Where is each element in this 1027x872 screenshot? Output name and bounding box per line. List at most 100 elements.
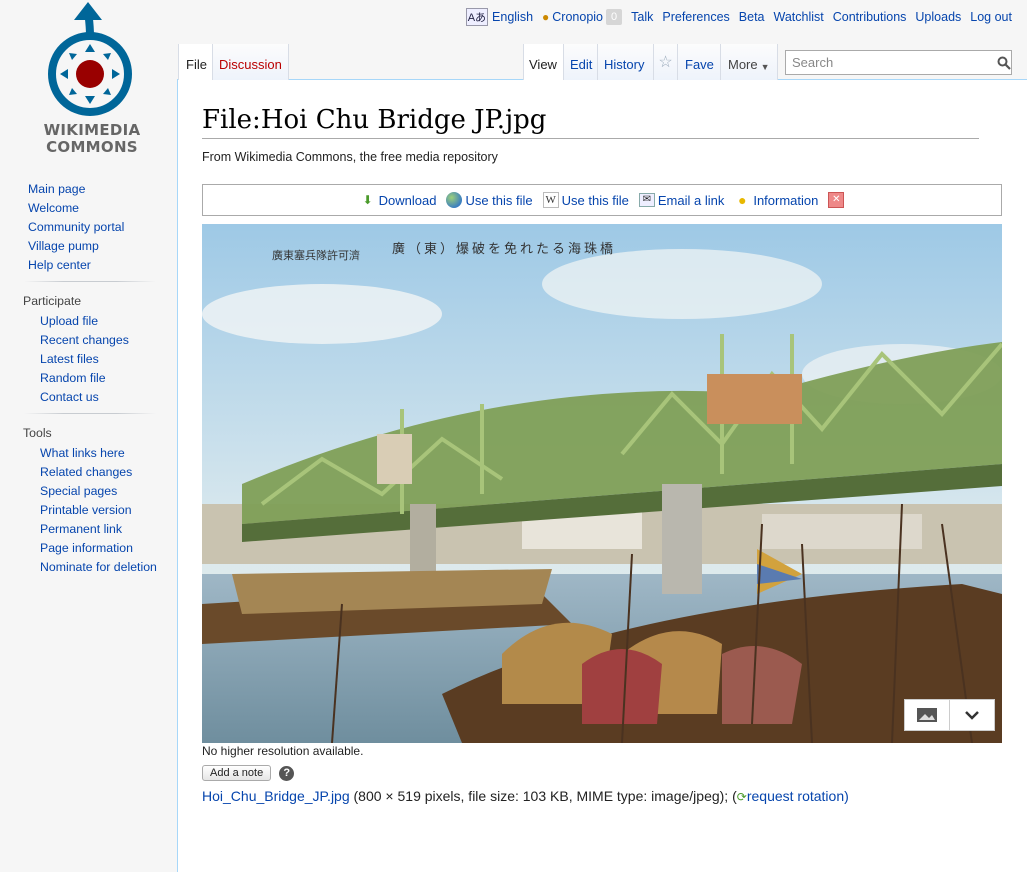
what-links-here-link[interactable]: What links here xyxy=(40,446,125,460)
personal-tools: Aあ English ● Cronopio 0 Talk Preferences… xyxy=(465,8,1012,26)
rotate-icon: ⟳ xyxy=(736,790,747,804)
note-row: Add a note ? xyxy=(202,765,295,781)
uploads-link[interactable]: Uploads xyxy=(915,10,961,24)
site-subtitle: From Wikimedia Commons, the free media r… xyxy=(202,150,498,164)
tab-fave[interactable]: Fave xyxy=(677,44,720,80)
beta-link[interactable]: Beta xyxy=(739,10,765,24)
printable-version-link[interactable]: Printable version xyxy=(40,503,132,517)
close-toolbar-icon[interactable]: ✕ xyxy=(828,192,845,208)
use-file-wiki-button[interactable]: W Use this file xyxy=(542,192,629,208)
latest-files-link[interactable]: Latest files xyxy=(40,352,99,366)
search-box[interactable] xyxy=(785,50,1012,75)
preferences-link[interactable]: Preferences xyxy=(662,10,729,24)
tab-file-label[interactable]: File xyxy=(179,57,214,72)
recent-changes-link[interactable]: Recent changes xyxy=(40,333,129,347)
tab-more-label[interactable]: More xyxy=(721,57,758,72)
tab-edit[interactable]: Edit xyxy=(563,44,597,80)
open-media-viewer-icon[interactable] xyxy=(905,700,949,730)
nav-help-center[interactable]: Help center xyxy=(28,258,91,272)
close-paren: ) xyxy=(844,788,849,804)
information-button[interactable]: ● Information xyxy=(734,192,818,208)
use-file-web-label[interactable]: Use this file xyxy=(465,193,532,208)
upload-file-link[interactable]: Upload file xyxy=(40,314,98,328)
file-image[interactable]: 廣東塞兵隊許可濟 廣（東）爆破を免れたる海珠橋 xyxy=(202,224,1002,743)
email-icon: ✉ xyxy=(638,193,655,207)
user-icon: ● xyxy=(542,10,550,24)
watchlist-link[interactable]: Watchlist xyxy=(774,10,824,24)
participate-portlet: Participate Upload file Recent changes L… xyxy=(0,294,178,407)
nominate-deletion-link[interactable]: Nominate for deletion xyxy=(40,560,157,574)
tab-history-label[interactable]: History xyxy=(598,57,650,72)
participate-heading: Participate xyxy=(23,294,82,308)
commons-logo-icon xyxy=(48,2,132,116)
file-info: Hoi_Chu_Bridge_JP.jpg (800 × 519 pixels,… xyxy=(202,788,849,804)
download-icon: ⬇ xyxy=(362,193,373,207)
talk-link[interactable]: Talk xyxy=(631,10,653,24)
use-file-wiki-label[interactable]: Use this file xyxy=(562,193,629,208)
add-note-button[interactable]: Add a note xyxy=(202,765,272,781)
wikimedia-commons-logo[interactable]: WIKIMEDIA COMMONS xyxy=(30,2,154,160)
page-information-link[interactable]: Page information xyxy=(40,541,133,555)
language-link[interactable]: English xyxy=(492,10,533,24)
tab-edit-label[interactable]: Edit xyxy=(564,57,598,72)
request-rotation-link[interactable]: request rotation xyxy=(747,788,844,804)
postcard-caption-text: 廣東塞兵隊許可濟 xyxy=(272,248,360,262)
chevron-down-icon[interactable] xyxy=(949,700,994,730)
file-toolbar: ⬇ Download Use this file W Use this file… xyxy=(202,184,1002,216)
logo-line-1: WIKIMEDIA xyxy=(43,121,141,139)
sidebar-divider xyxy=(24,413,156,414)
contact-us-link[interactable]: Contact us xyxy=(40,390,99,404)
use-file-web-button[interactable]: Use this file xyxy=(446,192,533,208)
file-name-link[interactable]: Hoi_Chu_Bridge_JP.jpg xyxy=(202,788,350,804)
image-viewer-controls xyxy=(904,699,995,731)
tab-discussion-label[interactable]: Discussion xyxy=(213,57,288,72)
tab-history[interactable]: History xyxy=(597,44,653,80)
star-icon[interactable]: ☆ xyxy=(658,52,672,72)
navigation-list: Main page Welcome Community portal Villa… xyxy=(0,180,178,275)
information-label[interactable]: Information xyxy=(753,193,818,208)
tab-view-label[interactable]: View xyxy=(524,57,562,72)
nav-welcome[interactable]: Welcome xyxy=(28,201,79,215)
lightbulb-icon: ● xyxy=(738,192,747,208)
resolution-note: No higher resolution available. xyxy=(202,744,364,758)
contributions-link[interactable]: Contributions xyxy=(833,10,907,24)
chevron-down-icon[interactable]: ▼ xyxy=(758,62,770,72)
bridge-postcard-image: 廣東塞兵隊許可濟 廣（東）爆破を免れたる海珠橋 xyxy=(202,224,1002,743)
permanent-link[interactable]: Permanent link xyxy=(40,522,122,536)
download-button[interactable]: ⬇ Download xyxy=(360,192,437,208)
logo-line-2: COMMONS xyxy=(46,138,138,156)
special-pages-link[interactable]: Special pages xyxy=(40,484,117,498)
tab-fave-label[interactable]: Fave xyxy=(678,57,721,72)
language-icon: Aあ xyxy=(465,8,489,26)
content-area: File:Hoi Chu Bridge JP.jpg From Wikimedi… xyxy=(177,79,1027,872)
nav-community-portal[interactable]: Community portal xyxy=(28,220,124,234)
wikipedia-icon: W xyxy=(542,192,559,208)
logo-text: WIKIMEDIA COMMONS xyxy=(30,122,154,156)
page-title: File:Hoi Chu Bridge JP.jpg xyxy=(202,102,979,139)
download-label[interactable]: Download xyxy=(379,193,437,208)
tab-more[interactable]: More ▼ xyxy=(720,44,778,80)
search-input[interactable] xyxy=(790,54,989,71)
user-menu[interactable]: ● Cronopio 0 xyxy=(542,9,623,25)
tab-view[interactable]: View xyxy=(523,44,563,80)
postcard-title-text: 廣（東）爆破を免れたる海珠橋 xyxy=(392,241,616,257)
tab-file[interactable]: File xyxy=(178,44,212,80)
globe-icon xyxy=(446,192,463,208)
logout-link[interactable]: Log out xyxy=(970,10,1012,24)
notifications-badge[interactable]: 0 xyxy=(606,9,623,25)
tab-discussion[interactable]: Discussion xyxy=(212,44,289,80)
related-changes-link[interactable]: Related changes xyxy=(40,465,132,479)
username-link[interactable]: Cronopio xyxy=(552,10,603,24)
nav-main-page[interactable]: Main page xyxy=(28,182,85,196)
language-selector[interactable]: Aあ English xyxy=(465,8,533,26)
email-link-button[interactable]: ✉ Email a link xyxy=(638,193,724,208)
random-file-link[interactable]: Random file xyxy=(40,371,106,385)
watch-star[interactable]: ☆ xyxy=(653,44,677,80)
nav-village-pump[interactable]: Village pump xyxy=(28,239,99,253)
email-link-label[interactable]: Email a link xyxy=(658,193,724,208)
search-icon[interactable] xyxy=(997,56,1011,70)
tools-heading: Tools xyxy=(23,426,52,440)
tools-portlet: Tools What links here Related changes Sp… xyxy=(0,426,178,577)
file-details: (800 × 519 pixels, file size: 103 KB, MI… xyxy=(349,788,737,804)
help-icon[interactable]: ? xyxy=(279,765,295,781)
